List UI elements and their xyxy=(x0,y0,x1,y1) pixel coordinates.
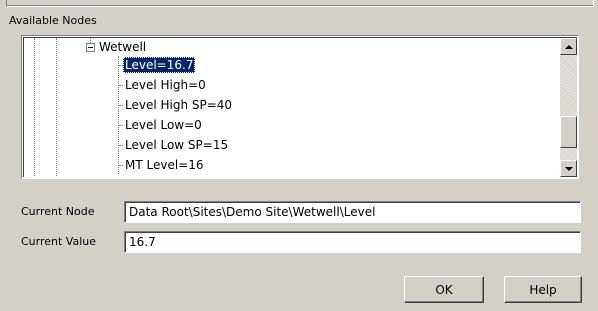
tree-item[interactable]: Level High=0 xyxy=(123,77,208,93)
tree-line xyxy=(34,38,35,177)
tree-item[interactable]: Level High SP=40 xyxy=(123,97,234,113)
tree-item[interactable]: Level Low SP=15 xyxy=(123,137,230,153)
available-nodes-label: Available Nodes xyxy=(9,14,97,27)
ok-button[interactable]: OK xyxy=(404,276,484,303)
tree-item[interactable]: MT Level=16 xyxy=(123,157,206,173)
arrow-down-icon xyxy=(564,166,573,171)
node-tree[interactable]: Wetwell Level=16.7 Level High=0 Level Hi… xyxy=(21,35,579,179)
tree-item[interactable]: Level Low=0 xyxy=(123,117,204,133)
tree-line xyxy=(56,38,57,177)
scroll-up-button[interactable] xyxy=(560,38,577,55)
tree-node-wetwell[interactable]: Wetwell xyxy=(99,40,146,54)
current-node-label: Current Node xyxy=(21,205,95,218)
current-value-field[interactable]: 16.7 xyxy=(124,231,581,253)
help-button[interactable]: Help xyxy=(504,276,582,303)
vertical-scrollbar[interactable] xyxy=(560,38,577,177)
scroll-thumb[interactable] xyxy=(560,116,577,148)
scroll-down-button[interactable] xyxy=(560,160,577,177)
arrow-up-icon xyxy=(564,44,573,49)
collapse-icon[interactable] xyxy=(86,43,95,52)
top-divider xyxy=(6,0,594,7)
current-value-label: Current Value xyxy=(21,235,97,248)
tree-line xyxy=(118,56,119,174)
current-node-field[interactable]: Data Root\Sites\Demo Site\Wetwell\Level xyxy=(124,201,581,223)
tree-item[interactable]: Level=16.7 xyxy=(123,57,196,73)
